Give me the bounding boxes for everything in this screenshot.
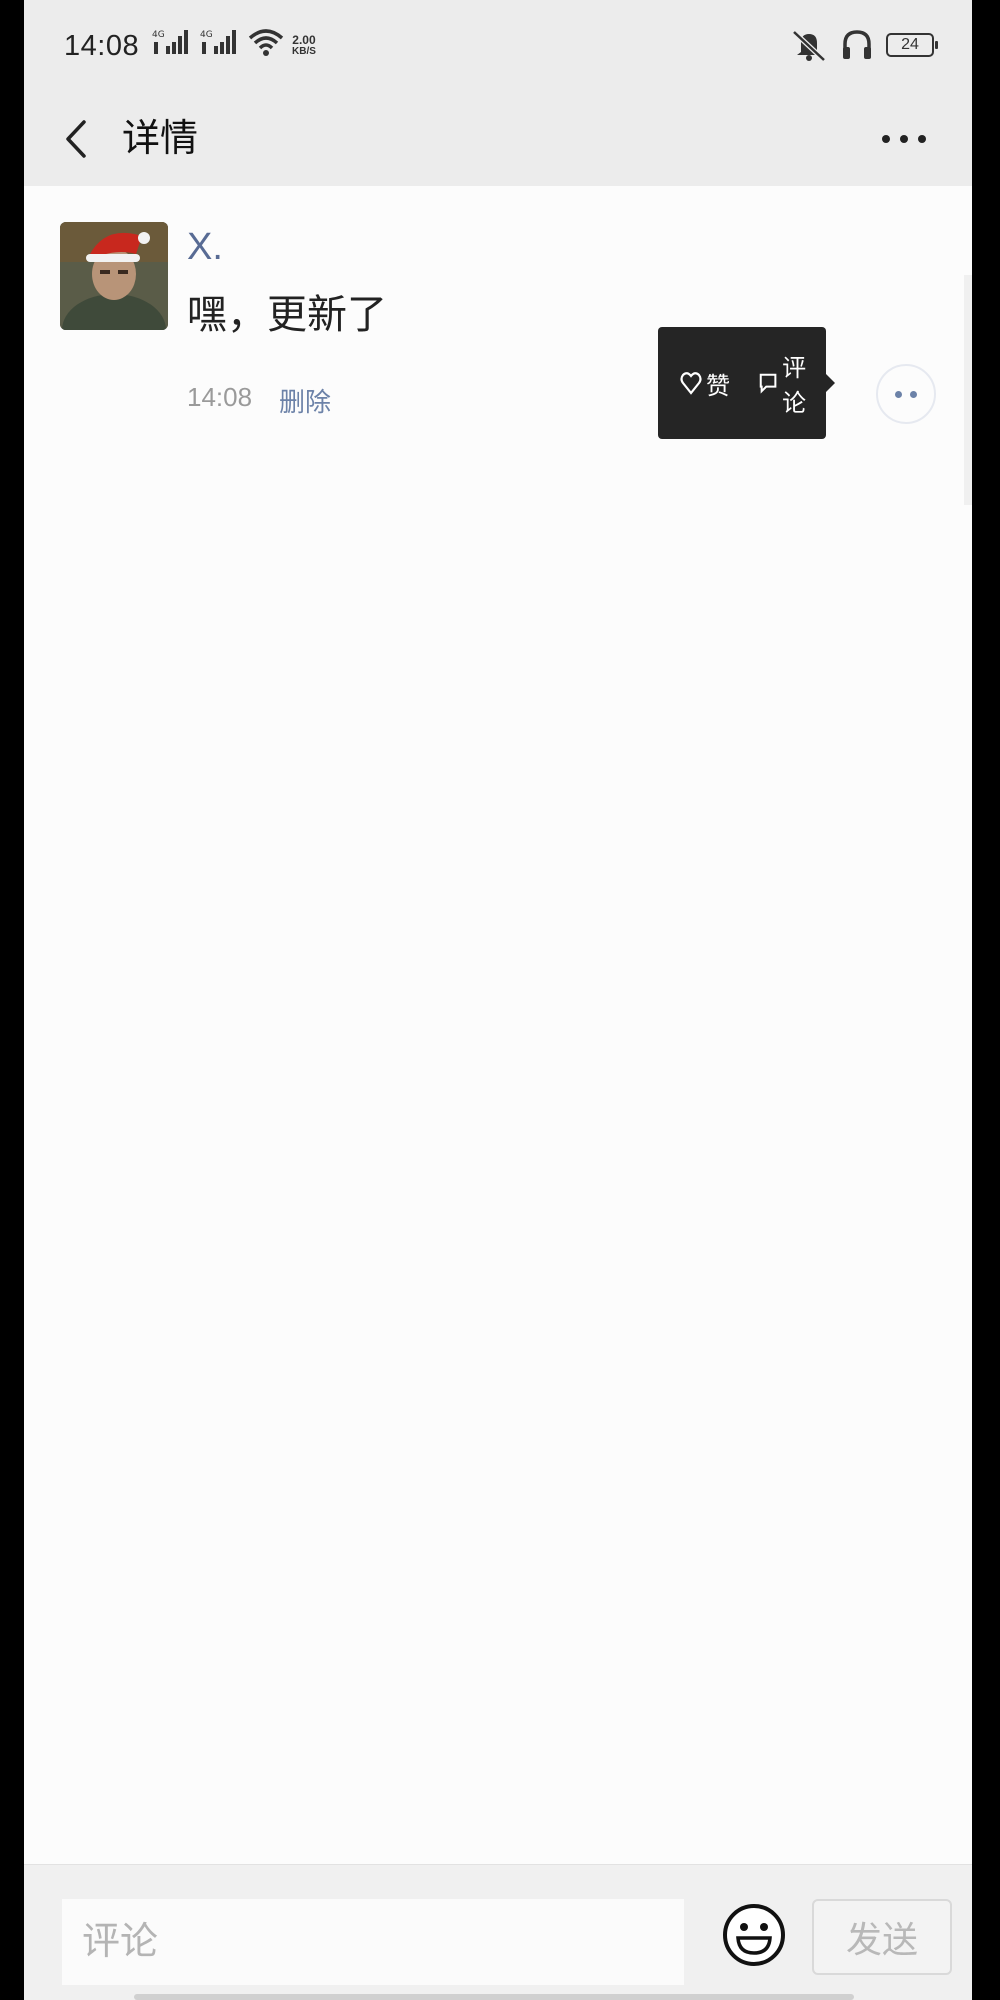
status-left-icons: 4G 4G 2.00 KB/S [152, 28, 316, 58]
comment-input-bar: 发送 [24, 1864, 972, 2000]
back-button[interactable] [52, 112, 104, 166]
signal-4g-icon-2: 4G [200, 30, 236, 54]
heart-icon [680, 372, 702, 395]
page-title: 详情 [122, 118, 199, 160]
more-dots-icon [882, 135, 926, 143]
toggle-dot-1 [895, 390, 902, 398]
post-username[interactable]: X. [187, 226, 223, 269]
headphones-icon [843, 30, 871, 59]
bell-off-icon [792, 30, 826, 62]
more-options-button[interactable] [876, 112, 932, 166]
moment-post: X. 嘿，更新了 14:08 删除 赞 评论 [24, 186, 972, 486]
top-nav-bar: 详情 [24, 92, 972, 186]
chevron-left-icon [66, 120, 86, 158]
signal-4g-icon: 4G [152, 30, 188, 54]
popup-like-label: 赞 [706, 372, 730, 400]
like-comment-popup: 赞 评论 [658, 327, 835, 439]
edge-scroll-strip [964, 275, 972, 505]
svg-text:4G: 4G [152, 30, 165, 40]
status-right-icons: 24 [790, 28, 938, 62]
status-bar: 14:08 4G 4G 2.00 KB/S 24 [24, 0, 972, 92]
post-actions-toggle[interactable] [876, 364, 936, 424]
post-text: 嘿，更新了 [187, 293, 387, 337]
net-speed-unit: KB/S [292, 46, 316, 57]
avatar-image [60, 222, 168, 330]
send-button[interactable]: 发送 [812, 1899, 952, 1975]
post-timestamp: 14:08 [187, 382, 253, 412]
phone-screen: 14:08 4G 4G 2.00 KB/S 24 详情 X. 嘿，更新了 14:… [24, 0, 972, 2000]
net-speed-value: 2.00 [292, 33, 316, 47]
popup-comment-label: 评论 [782, 355, 807, 417]
home-indicator [134, 1994, 854, 2000]
comment-input[interactable] [62, 1899, 684, 1985]
status-time: 14:08 [64, 30, 140, 62]
comment-icon [759, 373, 777, 394]
popup-comment-button[interactable]: 评论 [758, 327, 826, 439]
svg-text:4G: 4G [200, 30, 213, 40]
smiley-icon [723, 1904, 785, 1966]
user-avatar[interactable] [60, 222, 168, 330]
popup-like-button[interactable]: 赞 [680, 327, 730, 439]
toggle-dot-2 [910, 390, 917, 398]
emoji-button[interactable] [720, 1901, 788, 1969]
battery-indicator: 24 [886, 33, 938, 57]
delete-post-link[interactable]: 删除 [279, 382, 331, 419]
wifi-icon [248, 29, 284, 56]
net-speed: 2.00 KB/S [292, 34, 316, 58]
